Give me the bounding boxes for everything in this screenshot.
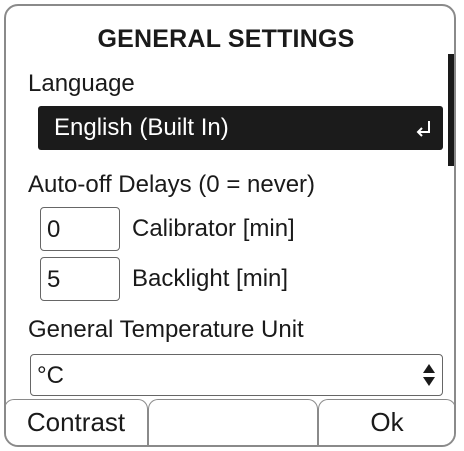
backlight-delay-value: 5: [47, 266, 61, 293]
language-label: Language: [28, 70, 135, 97]
enter-icon: [416, 121, 430, 137]
softkey-bar: Contrast Ok: [6, 399, 454, 445]
middle-softkey[interactable]: [148, 399, 318, 445]
language-select[interactable]: English (Built In): [38, 106, 443, 150]
language-select-value: English (Built In): [54, 114, 229, 141]
contrast-softkey-label: Contrast: [26, 407, 126, 437]
temperature-unit-select[interactable]: °C: [30, 354, 443, 396]
backlight-delay-input[interactable]: 5: [40, 257, 120, 301]
up-down-arrows-icon: [423, 364, 435, 386]
page-title: GENERAL SETTINGS: [97, 25, 355, 53]
ok-softkey[interactable]: Ok: [318, 399, 454, 445]
backlight-delay-label: Backlight [min]: [132, 265, 289, 292]
scrollbar[interactable]: [448, 54, 454, 398]
contrast-softkey[interactable]: Contrast: [6, 399, 148, 445]
calibrator-delay-label: Calibrator [min]: [132, 215, 295, 242]
ok-softkey-label: Ok: [370, 407, 404, 437]
auto-off-label: Auto-off Delays (0 = never): [28, 171, 316, 198]
scrollbar-thumb[interactable]: [448, 54, 454, 166]
temperature-unit-label: General Temperature Unit: [28, 316, 304, 343]
calibrator-delay-value: 0: [47, 216, 61, 243]
temperature-unit-value: °C: [37, 362, 64, 389]
settings-screen: GENERAL SETTINGS Language English (Built…: [4, 4, 456, 447]
calibrator-delay-input[interactable]: 0: [40, 207, 120, 251]
